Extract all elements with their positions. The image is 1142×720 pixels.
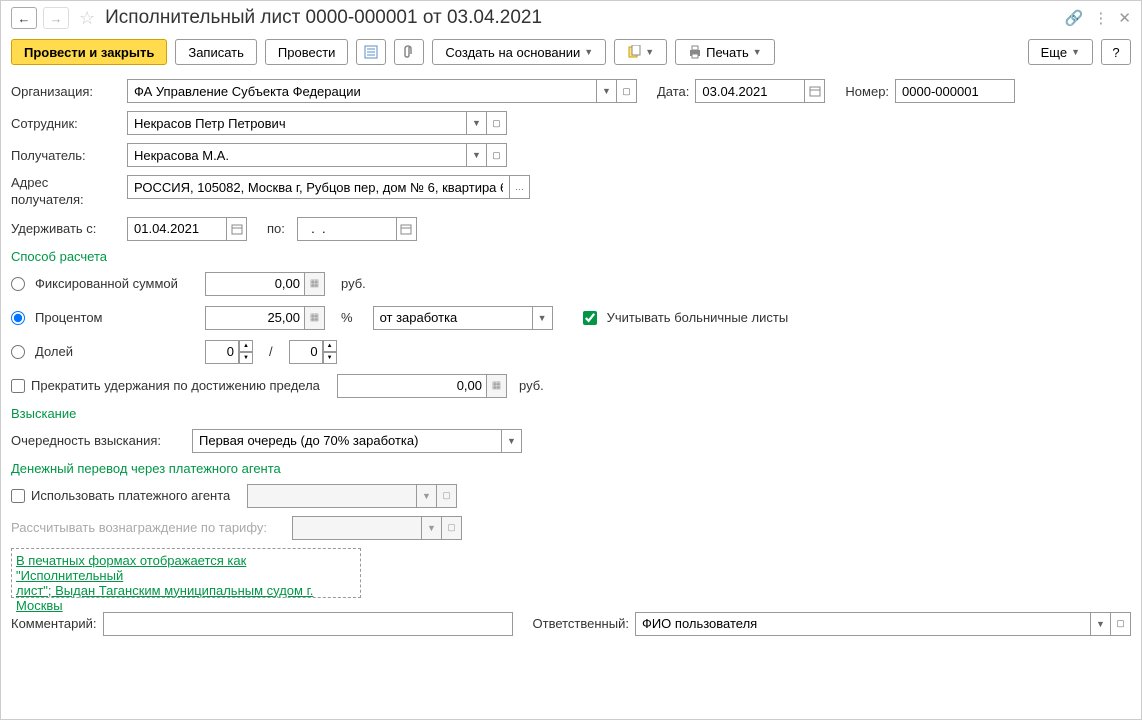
calc-icon[interactable]: ▦: [305, 306, 325, 330]
frac-num-down[interactable]: ▼: [239, 352, 253, 364]
org-dropdown[interactable]: ▼: [597, 79, 617, 103]
frac-num-up[interactable]: ▲: [239, 340, 253, 352]
percent-base-input[interactable]: [373, 306, 533, 330]
percent-value-input[interactable]: [205, 306, 305, 330]
agent-dropdown: ▼: [417, 484, 437, 508]
more-button[interactable]: Еще ▼: [1028, 39, 1093, 65]
withhold-to-input[interactable]: [297, 217, 397, 241]
date-input[interactable]: [695, 79, 805, 103]
address-input[interactable]: [127, 175, 510, 199]
address-more[interactable]: …: [510, 175, 530, 199]
employee-open[interactable]: ▢: [487, 111, 507, 135]
responsible-input[interactable]: [635, 612, 1091, 636]
responsible-dropdown[interactable]: ▼: [1091, 612, 1111, 636]
fixed-label: Фиксированной суммой: [35, 276, 195, 291]
employee-label: Сотрудник:: [11, 116, 121, 131]
calc-icon[interactable]: ▦: [487, 374, 507, 398]
address-label: Адрес получателя:: [11, 175, 121, 209]
menu-icon[interactable]: ⋮: [1093, 9, 1108, 27]
tariff-dropdown: ▼: [422, 516, 442, 540]
limit-value-input[interactable]: [337, 374, 487, 398]
fixed-amount-input[interactable]: [205, 272, 305, 296]
sick-leave-checkbox[interactable]: [583, 311, 597, 325]
responsible-label: Ответственный:: [533, 616, 629, 631]
nav-back-button[interactable]: ←: [11, 7, 37, 29]
attach-button[interactable]: [394, 39, 424, 65]
date-calendar-button[interactable]: [805, 79, 825, 103]
withhold-from-calendar[interactable]: [227, 217, 247, 241]
recipient-open[interactable]: ▢: [487, 143, 507, 167]
withhold-from-input[interactable]: [127, 217, 227, 241]
use-agent-label: Использовать платежного агента: [31, 488, 241, 503]
frac-den-input[interactable]: [289, 340, 323, 364]
org-input[interactable]: [127, 79, 597, 103]
frac-den-up[interactable]: ▲: [323, 340, 337, 352]
nav-forward-button[interactable]: →: [43, 7, 69, 29]
tariff-input: [292, 516, 422, 540]
employee-input[interactable]: [127, 111, 467, 135]
org-label: Организация:: [11, 84, 121, 99]
tariff-open: ▢: [442, 516, 462, 540]
frac-sep: /: [269, 344, 273, 359]
priority-dropdown[interactable]: ▼: [502, 429, 522, 453]
recipient-input[interactable]: [127, 143, 467, 167]
agent-section-title: Денежный перевод через платежного агента: [11, 461, 1131, 476]
print-form-note[interactable]: В печатных формах отображается как "Испо…: [11, 548, 361, 598]
number-input[interactable]: [895, 79, 1015, 103]
use-agent-checkbox[interactable]: [11, 489, 25, 503]
note-link-line2[interactable]: лист"; Выдан Таганским муниципальным суд…: [16, 583, 313, 613]
limit-label: Прекратить удержания по достижению преде…: [31, 378, 331, 393]
number-label: Номер:: [845, 84, 889, 99]
tariff-label: Рассчитывать вознаграждение по тарифу:: [11, 520, 286, 535]
post-button[interactable]: Провести: [265, 39, 349, 65]
withhold-to-calendar[interactable]: [397, 217, 417, 241]
percent-base-dropdown[interactable]: ▼: [533, 306, 553, 330]
limit-unit: руб.: [519, 378, 544, 393]
chevron-down-icon: ▼: [1071, 47, 1080, 57]
chevron-down-icon: ▼: [584, 47, 593, 57]
percent-unit: %: [341, 310, 353, 325]
org-open[interactable]: ▢: [617, 79, 637, 103]
note-link-line1[interactable]: В печатных формах отображается как "Испо…: [16, 553, 246, 583]
recipient-dropdown[interactable]: ▼: [467, 143, 487, 167]
print-button[interactable]: Печать ▼: [675, 39, 775, 65]
fraction-label: Долей: [35, 344, 195, 359]
sick-leave-label: Учитывать больничные листы: [607, 310, 789, 325]
percent-radio[interactable]: [11, 311, 25, 325]
priority-input[interactable]: [192, 429, 502, 453]
agent-open: ▢: [437, 484, 457, 508]
percent-label: Процентом: [35, 310, 195, 325]
priority-label: Очередность взыскания:: [11, 433, 186, 448]
calc-section-title: Способ расчета: [11, 249, 1131, 264]
help-button[interactable]: ?: [1101, 39, 1131, 65]
post-and-close-button[interactable]: Провести и закрыть: [11, 39, 167, 65]
register-button[interactable]: [356, 39, 386, 65]
save-button[interactable]: Записать: [175, 39, 257, 65]
comment-input[interactable]: [103, 612, 513, 636]
calc-icon[interactable]: ▦: [305, 272, 325, 296]
copy-button[interactable]: ▼: [614, 39, 667, 65]
chevron-down-icon: ▼: [753, 47, 762, 57]
create-based-on-button[interactable]: Создать на основании ▼: [432, 39, 606, 65]
limit-checkbox[interactable]: [11, 379, 25, 393]
favorite-icon[interactable]: ☆: [79, 8, 95, 29]
window-title: Исполнительный лист 0000-000001 от 03.04…: [105, 7, 1059, 29]
frac-num-input[interactable]: [205, 340, 239, 364]
comment-label: Комментарий:: [11, 616, 97, 631]
chevron-down-icon: ▼: [645, 47, 654, 57]
withhold-from-label: Удерживать с:: [11, 221, 121, 236]
agent-input: [247, 484, 417, 508]
withhold-to-label: по:: [267, 221, 285, 236]
frac-den-down[interactable]: ▼: [323, 352, 337, 364]
recovery-section-title: Взыскание: [11, 406, 1131, 421]
fixed-unit: руб.: [341, 276, 366, 291]
close-icon[interactable]: ✕: [1118, 9, 1131, 27]
employee-dropdown[interactable]: ▼: [467, 111, 487, 135]
responsible-open[interactable]: ▢: [1111, 612, 1131, 636]
link-icon[interactable]: 🔗: [1065, 9, 1084, 27]
date-label: Дата:: [657, 84, 689, 99]
fraction-radio[interactable]: [11, 345, 25, 359]
recipient-label: Получатель:: [11, 148, 121, 163]
fixed-radio[interactable]: [11, 277, 25, 291]
